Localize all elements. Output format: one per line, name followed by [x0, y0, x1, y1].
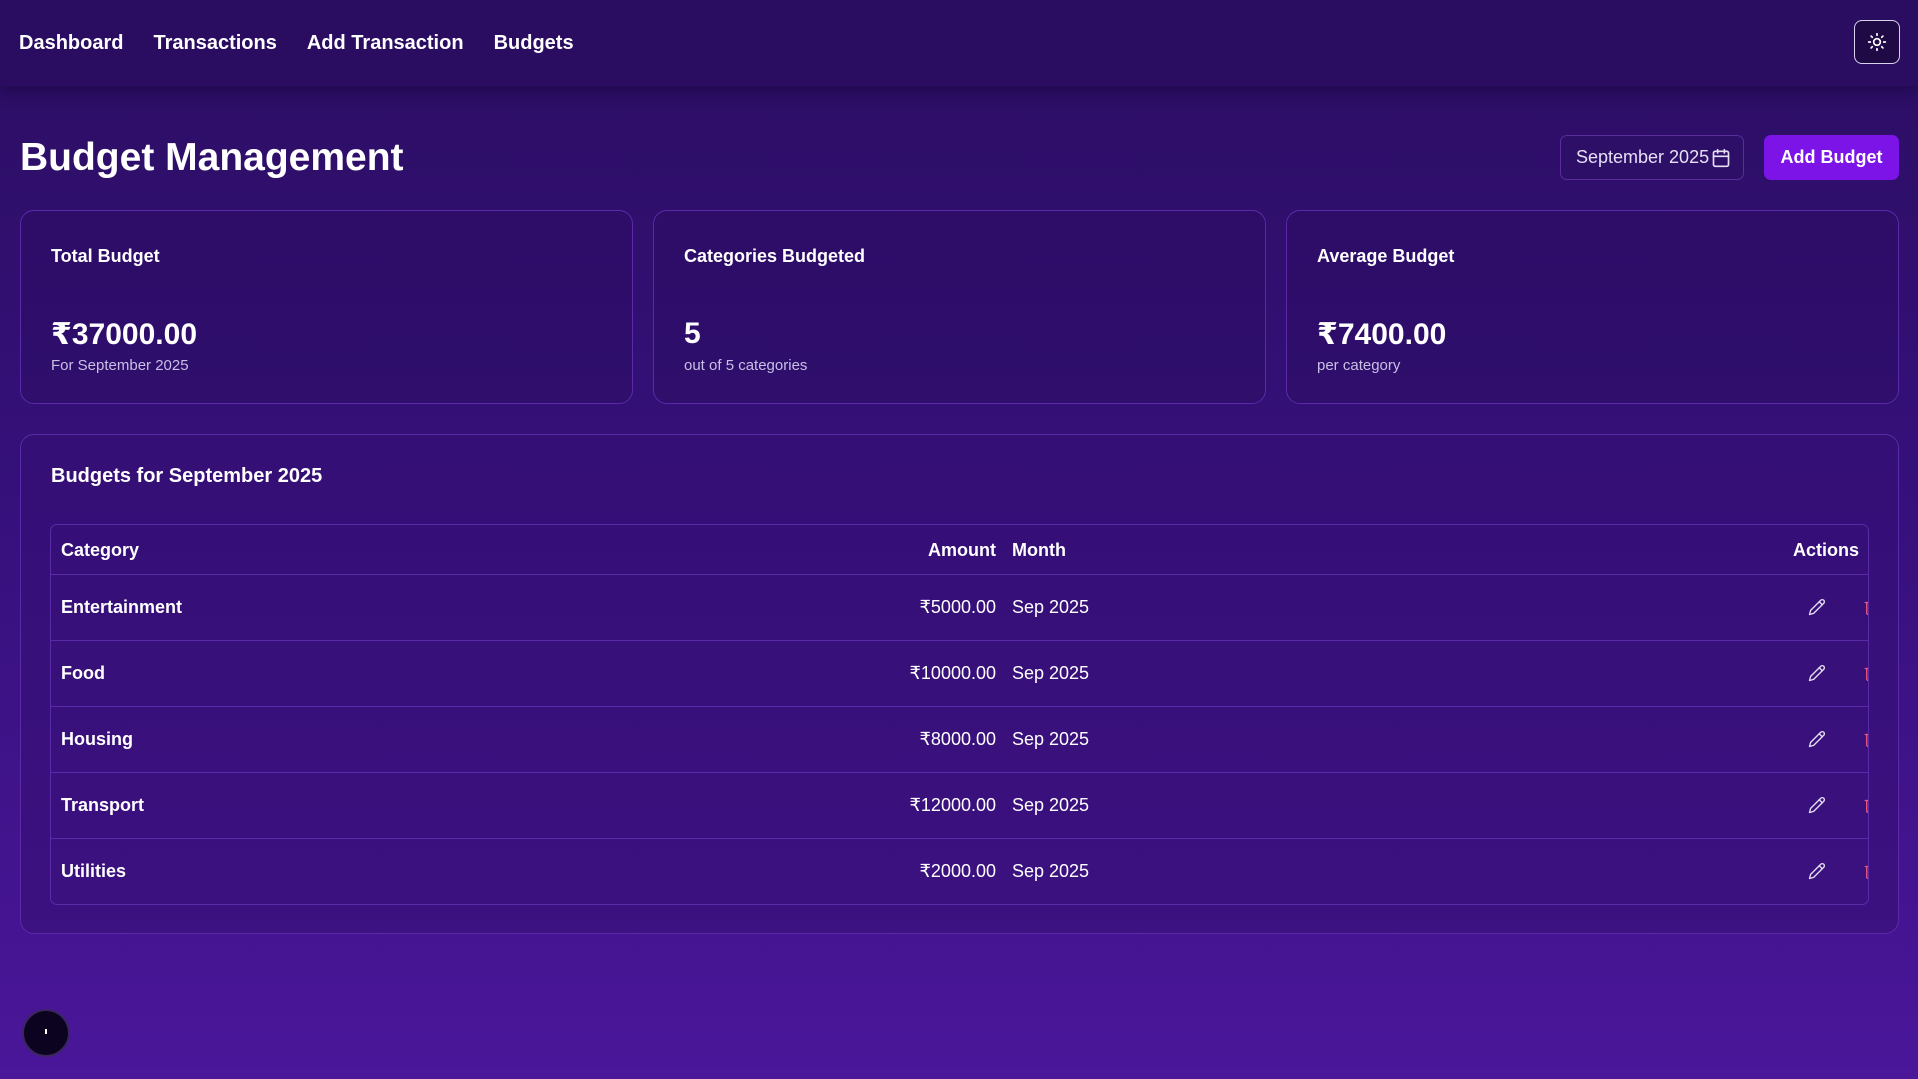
stat-label: Total Budget — [51, 246, 160, 266]
indicator-icon — [43, 1028, 49, 1038]
sun-icon — [1867, 32, 1887, 52]
top-navbar: Dashboard Transactions Add Transaction B… — [0, 0, 1918, 86]
delete-button[interactable] — [1858, 659, 1868, 687]
delete-button[interactable] — [1858, 791, 1868, 819]
cell-amount: ₹8000.00 — [919, 729, 996, 749]
delete-button[interactable] — [1858, 725, 1868, 753]
nav-link-add-transaction[interactable]: Add Transaction — [307, 32, 464, 55]
delete-button[interactable] — [1858, 857, 1868, 885]
floating-action-button[interactable] — [22, 1009, 70, 1057]
trash-icon — [1863, 730, 1868, 748]
stat-subtext: per category — [1317, 357, 1401, 374]
table-row: Food ₹10000.00 Sep 2025 — [51, 640, 1868, 706]
total-budget-card: Total Budget ₹37000.00 For September 202… — [20, 210, 633, 404]
nav-link-budgets[interactable]: Budgets — [494, 32, 574, 55]
edit-button[interactable] — [1803, 857, 1831, 885]
budgets-table: Category Amount Month Actions Entertainm… — [50, 524, 1869, 905]
edit-button[interactable] — [1803, 659, 1831, 687]
pencil-icon — [1808, 664, 1826, 682]
table-row: Transport ₹12000.00 Sep 2025 — [51, 772, 1868, 838]
cell-month: Sep 2025 — [1012, 729, 1090, 749]
stat-subtext: For September 2025 — [51, 357, 189, 374]
edit-button[interactable] — [1803, 593, 1831, 621]
stat-label: Categories Budgeted — [684, 246, 866, 266]
calendar-icon — [1711, 148, 1731, 168]
trash-icon — [1863, 862, 1868, 880]
nav-link-dashboard[interactable]: Dashboard — [19, 32, 123, 55]
cell-month: Sep 2025 — [1012, 861, 1090, 881]
page-title: Budget Management — [20, 136, 404, 179]
cell-month: Sep 2025 — [1012, 795, 1090, 815]
cell-amount: ₹12000.00 — [909, 795, 996, 815]
table-title: Budgets for September 2025 — [51, 465, 323, 487]
cell-category: Entertainment — [61, 597, 183, 617]
add-budget-button[interactable]: Add Budget — [1764, 135, 1899, 180]
delete-button[interactable] — [1858, 593, 1868, 621]
table-row: Housing ₹8000.00 Sep 2025 — [51, 706, 1868, 772]
stat-label: Average Budget — [1317, 246, 1455, 266]
table-row: Entertainment ₹5000.00 Sep 2025 — [51, 574, 1868, 640]
pencil-icon — [1808, 598, 1826, 616]
average-budget-card: Average Budget ₹7400.00 per category — [1286, 210, 1899, 404]
trash-icon — [1863, 598, 1868, 616]
cell-category: Transport — [61, 795, 145, 815]
stat-subtext: out of 5 categories — [684, 357, 808, 374]
month-picker[interactable]: September 2025 — [1560, 135, 1744, 180]
theme-toggle-button[interactable] — [1854, 20, 1900, 64]
stat-value: 5 — [684, 317, 701, 350]
cell-category: Housing — [61, 729, 133, 749]
edit-button[interactable] — [1803, 791, 1831, 819]
table-row: Utilities ₹2000.00 Sep 2025 — [51, 838, 1868, 904]
table-header-row: Category Amount Month Actions — [51, 525, 1868, 574]
cell-month: Sep 2025 — [1012, 597, 1090, 617]
trash-icon — [1863, 664, 1868, 682]
categories-budgeted-card: Categories Budgeted 5 out of 5 categorie… — [653, 210, 1266, 404]
stat-value: ₹7400.00 — [1317, 318, 1447, 351]
cell-month: Sep 2025 — [1012, 663, 1090, 683]
column-header-category: Category — [61, 540, 140, 560]
column-header-month: Month — [1012, 540, 1066, 560]
pencil-icon — [1808, 862, 1826, 880]
pencil-icon — [1808, 730, 1826, 748]
cell-amount: ₹10000.00 — [909, 663, 996, 683]
cell-amount: ₹2000.00 — [919, 861, 996, 881]
cell-amount: ₹5000.00 — [919, 597, 996, 617]
nav-link-transactions[interactable]: Transactions — [153, 32, 276, 55]
cell-category: Food — [61, 663, 105, 683]
cell-category: Utilities — [61, 861, 127, 881]
stat-value: ₹37000.00 — [51, 318, 198, 351]
budgets-table-card: Budgets for September 2025 Category Amou… — [20, 434, 1899, 934]
column-header-amount: Amount — [928, 540, 996, 560]
trash-icon — [1863, 796, 1868, 814]
edit-button[interactable] — [1803, 725, 1831, 753]
column-header-actions: Actions — [1792, 540, 1859, 560]
pencil-icon — [1808, 796, 1826, 814]
month-picker-value: September 2025 — [1576, 147, 1710, 167]
